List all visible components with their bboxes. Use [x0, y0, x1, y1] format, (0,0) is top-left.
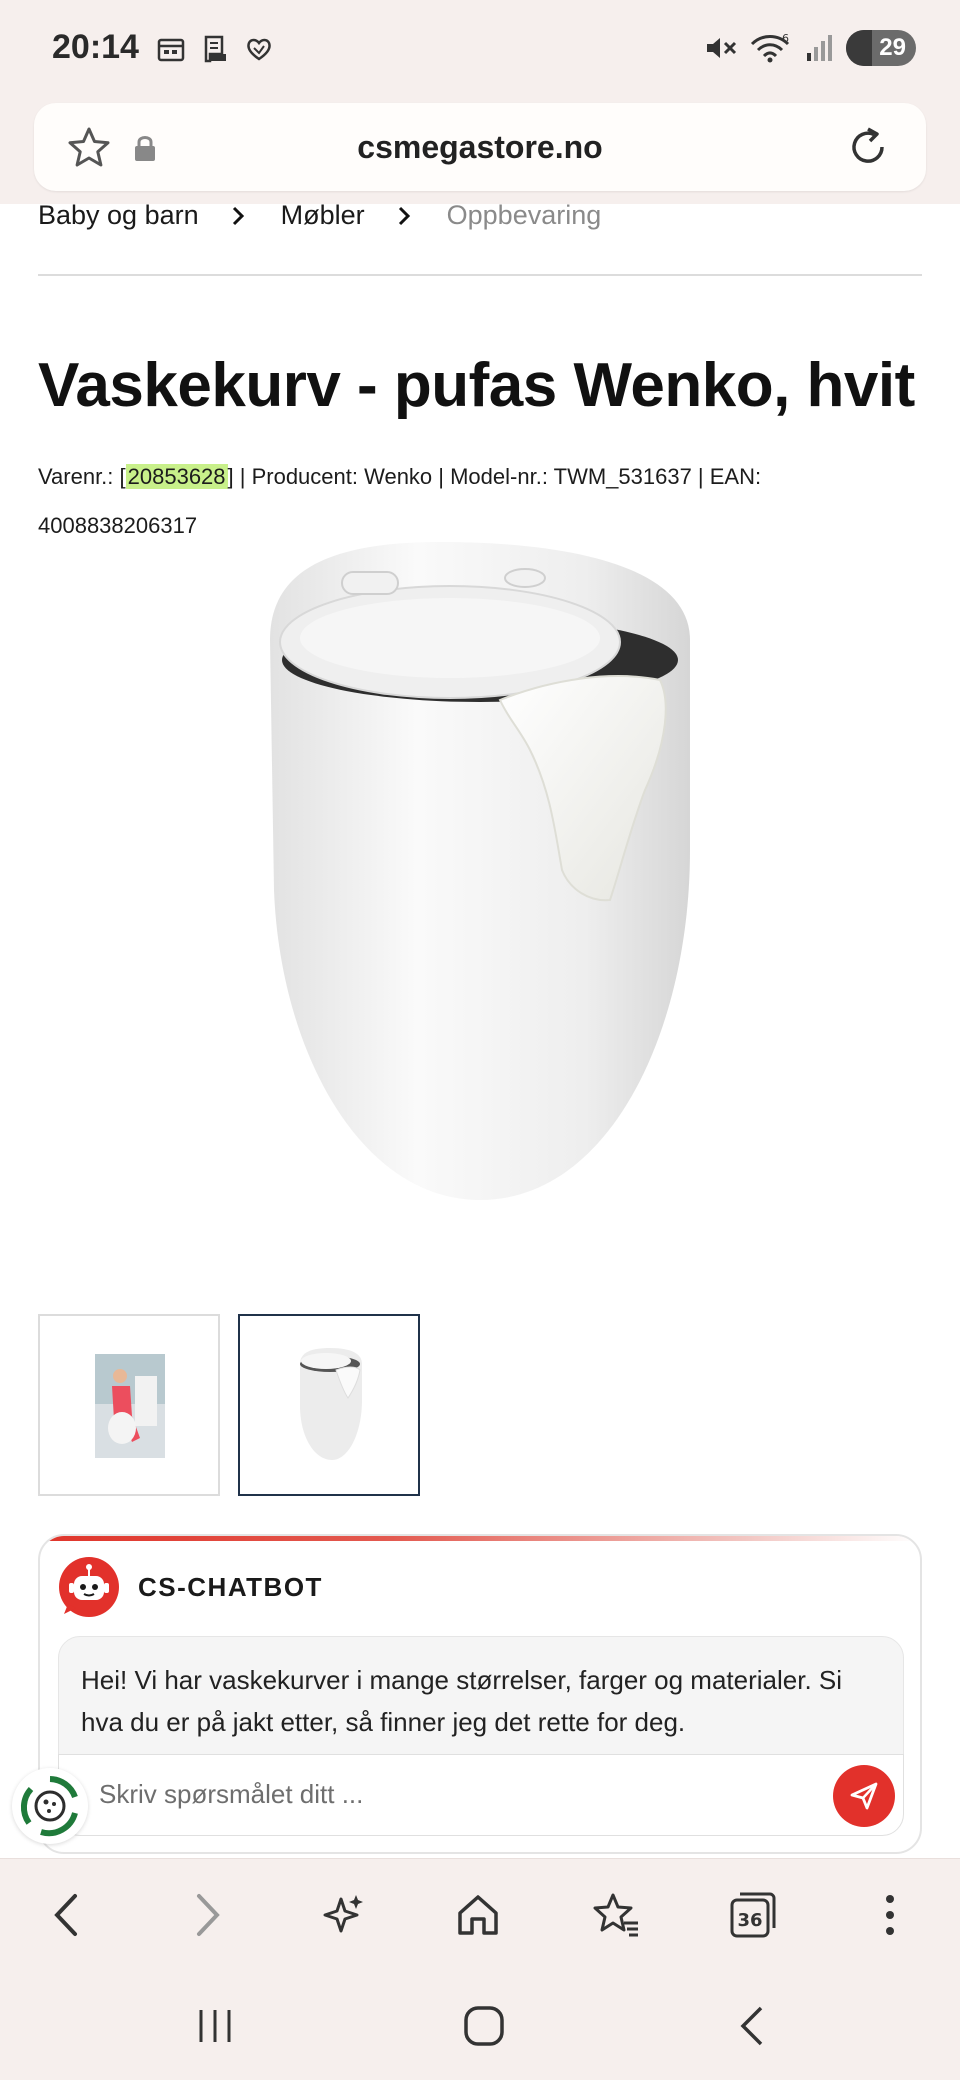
breadcrumb: Baby og barn Møbler Oppbevaring: [38, 200, 601, 231]
ai-assistant-button[interactable]: [315, 1887, 371, 1943]
thumbnail-lifestyle[interactable]: [38, 1314, 220, 1496]
back-button[interactable]: [38, 1887, 94, 1943]
breadcrumb-item-baby[interactable]: Baby og barn: [38, 200, 199, 231]
breadcrumb-item-mobler[interactable]: Møbler: [281, 200, 365, 231]
item-number-highlight: 20853628: [125, 464, 228, 489]
status-system-icons: 6 29: [704, 30, 916, 66]
recycle-icon: [20, 1776, 78, 1837]
tabs-icon: 36: [730, 1892, 776, 1938]
address-bar[interactable]: csmegastore.no: [34, 103, 926, 191]
thumbnail-product[interactable]: [238, 1314, 420, 1496]
bookmarks-button[interactable]: [588, 1887, 644, 1943]
forward-button[interactable]: [180, 1887, 236, 1943]
meta-prefix: Varenr.: [: [38, 464, 126, 489]
browser-bottom-nav: 36: [0, 1858, 960, 1968]
ai-sparkle-icon: [323, 1895, 363, 1933]
chatbot-widget: CS-CHATBOT Hei! Vi har vaskekurver i man…: [38, 1534, 922, 1854]
status-bar: 20:14 6 29: [0, 0, 960, 100]
recycle-badge[interactable]: [12, 1768, 88, 1844]
system-nav-bar: [0, 1968, 960, 2080]
divider: [38, 274, 922, 276]
robot-avatar-icon: [59, 1557, 119, 1617]
chevron-right-icon: [398, 206, 410, 225]
recents-icon: [199, 2010, 231, 2042]
bookmarks-icon: [593, 1893, 638, 1937]
send-button[interactable]: [833, 1765, 895, 1827]
svg-text:6: 6: [782, 32, 789, 45]
wifi-icon: 6: [750, 32, 790, 63]
more-icon: [886, 1895, 894, 1935]
battery-level: 29: [879, 34, 906, 61]
back-icon: [54, 1894, 77, 1936]
chatbot-name: CS-CHATBOT: [138, 1572, 323, 1602]
url-text: csmegastore.no: [357, 129, 603, 165]
tabs-button[interactable]: 36: [725, 1887, 781, 1943]
heart-hand-icon: [247, 38, 271, 61]
system-back-button[interactable]: [722, 1998, 782, 2054]
chatbot-accent-line: [40, 1536, 920, 1541]
recents-button[interactable]: [185, 1998, 245, 2054]
reload-icon[interactable]: [844, 123, 892, 171]
home-button[interactable]: [450, 1887, 506, 1943]
system-home-button[interactable]: [454, 1998, 514, 2054]
thumbnail-product-image: [300, 1348, 362, 1460]
signal-icon: [807, 35, 832, 61]
thumbnail-lifestyle-image: [95, 1354, 165, 1458]
product-title: Vaskekurv - pufas Wenko, hvit: [38, 351, 915, 420]
tab-count: 36: [737, 1910, 762, 1931]
browser-toolbar: csmegastore.no: [0, 100, 960, 204]
calendar-icon: [157, 38, 185, 62]
battery-indicator: 29: [846, 30, 916, 66]
chevron-right-icon: [232, 206, 244, 225]
system-back-icon: [740, 2006, 763, 2046]
status-notification-icons: [156, 34, 274, 64]
home-icon: [458, 1895, 498, 1935]
product-image[interactable]: [250, 530, 710, 1210]
breadcrumb-item-current: Oppbevaring: [446, 200, 602, 230]
mute-icon: [707, 38, 737, 58]
send-icon: [850, 1782, 878, 1810]
status-time: 20:14: [52, 28, 139, 66]
chat-input[interactable]: Skriv spørsmålet ditt ...: [58, 1754, 904, 1836]
forward-icon: [197, 1894, 220, 1936]
chat-input-placeholder: Skriv spørsmålet ditt ...: [99, 1779, 364, 1809]
home-circle-icon: [464, 2006, 504, 2046]
more-menu-button[interactable]: [862, 1887, 918, 1943]
receipt-icon: [204, 35, 226, 63]
